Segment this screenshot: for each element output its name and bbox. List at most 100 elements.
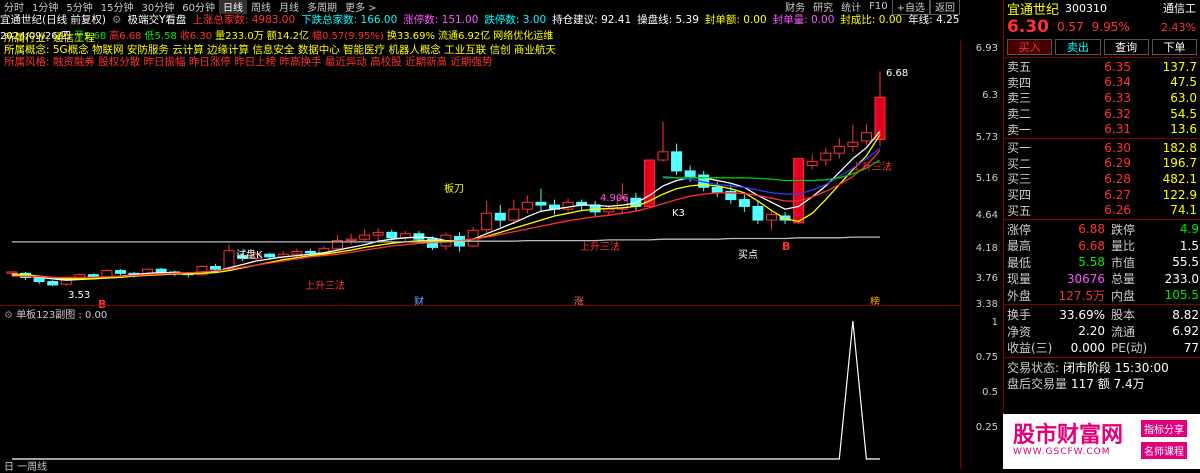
candle-body[interactable] bbox=[603, 208, 615, 213]
settings-icon[interactable]: ⚙ bbox=[112, 14, 121, 26]
candle-body[interactable] bbox=[209, 266, 221, 270]
price-pct: 9.95% bbox=[1091, 20, 1130, 34]
candle-body[interactable] bbox=[766, 214, 777, 221]
stat-value: 33.69% bbox=[1059, 307, 1105, 322]
candle-body[interactable] bbox=[264, 253, 276, 258]
ask-row[interactable]: 卖一 6.31 13.6 bbox=[1004, 121, 1200, 137]
stat-label: 最高 bbox=[1007, 239, 1032, 254]
candle-body[interactable] bbox=[115, 270, 126, 274]
indicator-name[interactable]: 极端交Y看盘 bbox=[127, 12, 186, 27]
y-tick: 4.64 bbox=[975, 210, 998, 221]
bid-price: 6.27 bbox=[1104, 187, 1131, 202]
candle-body[interactable] bbox=[847, 141, 859, 147]
down-total: 下跌总家数: 166.00 bbox=[301, 14, 398, 26]
sub-indicator-title[interactable]: ⚙ 单板123副图 : 0.00 bbox=[0, 305, 960, 321]
y-tick: 5.16 bbox=[975, 173, 998, 184]
candle-body[interactable] bbox=[291, 250, 303, 255]
candle-body[interactable] bbox=[386, 231, 398, 239]
operation-line: 操盘线: 5.39 bbox=[637, 14, 699, 26]
candle-body[interactable] bbox=[684, 170, 696, 177]
ask-price: 6.34 bbox=[1104, 75, 1131, 90]
bid-label: 买五 bbox=[1007, 203, 1032, 218]
bid-row[interactable]: 买四 6.27 122.9 bbox=[1004, 187, 1200, 203]
candle-body[interactable] bbox=[711, 186, 723, 194]
candle-body[interactable] bbox=[874, 96, 886, 141]
pattern-label: 上升三法 bbox=[852, 162, 892, 173]
candlestick-svg bbox=[6, 71, 886, 287]
stock-name: 宜通世纪 bbox=[1007, 2, 1060, 18]
candle-body[interactable] bbox=[860, 132, 872, 142]
ad-tag[interactable]: 指标分享 bbox=[1141, 420, 1187, 437]
candle-body[interactable] bbox=[508, 208, 520, 221]
candle-body[interactable] bbox=[494, 212, 506, 221]
concepts-note: 所属概念: 5G概念 物联网 安防服务 云计算 边缘计算 信息安全 数据中心 智… bbox=[4, 44, 556, 56]
ad-banner[interactable]: 股市财富网 WWW.GSCFW.COM 指标分享 名师课程 bbox=[1003, 414, 1200, 469]
bid-label: 买四 bbox=[1007, 188, 1032, 203]
candle-body[interactable] bbox=[521, 201, 533, 210]
candle-body[interactable] bbox=[6, 271, 18, 274]
stat-value: 0.000 bbox=[1070, 340, 1105, 355]
candle-body[interactable] bbox=[806, 160, 818, 166]
bid-volume: 74.1 bbox=[1170, 203, 1197, 218]
buy-button[interactable]: 买入 bbox=[1007, 39, 1053, 55]
bid-row[interactable]: 买二 6.29 196.7 bbox=[1004, 156, 1200, 172]
ask-row[interactable]: 卖二 6.32 54.5 bbox=[1004, 106, 1200, 122]
candle-body[interactable] bbox=[535, 201, 547, 206]
sub-indicator-chart[interactable] bbox=[0, 319, 960, 464]
candlestick-chart[interactable]: 所属行业: 通信工程 所属概念: 5G概念 物联网 安防服务 云计算 边缘计算 … bbox=[0, 32, 960, 311]
bid-volume: 482.1 bbox=[1162, 171, 1197, 186]
candle-body[interactable] bbox=[671, 151, 683, 172]
candle-body[interactable] bbox=[793, 158, 805, 224]
pattern-label: 上升三法 bbox=[305, 281, 345, 292]
ask-volume: 54.5 bbox=[1170, 106, 1197, 121]
candle-body[interactable] bbox=[657, 151, 669, 161]
ask-row[interactable]: 卖四 6.34 47.5 bbox=[1004, 75, 1200, 91]
candle-body[interactable] bbox=[372, 231, 384, 236]
bid-row[interactable]: 买五 6.26 74.1 bbox=[1004, 202, 1200, 218]
toolbar-f10[interactable]: F10 bbox=[865, 1, 891, 12]
ask-label: 卖五 bbox=[1007, 60, 1032, 75]
candle-body[interactable] bbox=[345, 238, 357, 242]
stat-value: 55.5 bbox=[1172, 255, 1199, 270]
title-bar: 宜通世纪(日线 前复权) ⚙ 极端交Y看盘 上涨总家数: 4983.00 下跌总… bbox=[0, 12, 1005, 27]
bid-volume: 182.8 bbox=[1162, 140, 1197, 155]
ask-label: 卖二 bbox=[1007, 107, 1032, 122]
ask-volume: 63.0 bbox=[1170, 90, 1197, 105]
bid-row[interactable]: 买三 6.28 482.1 bbox=[1004, 171, 1200, 187]
stat-label: 内盘 bbox=[1111, 288, 1136, 303]
last-price: 6.30 bbox=[1007, 17, 1049, 37]
bid-row[interactable]: 买一 6.30 182.8 bbox=[1004, 140, 1200, 156]
candle-body[interactable] bbox=[752, 205, 764, 221]
quote-panel: 宜通世纪 300310 通信工 6.30 0.57 9.95% 2.43% 买入… bbox=[1003, 0, 1200, 469]
ask-label: 卖一 bbox=[1007, 122, 1032, 137]
stock-notes: 所属行业: 通信工程 所属概念: 5G概念 物联网 安防服务 云计算 边缘计算 … bbox=[4, 32, 624, 68]
side-name: 通信工 bbox=[1163, 2, 1196, 15]
candle-body[interactable] bbox=[738, 199, 750, 207]
after-hours: 盘后交易量 117 额 7.4万 bbox=[1004, 375, 1200, 392]
ask-row[interactable]: 卖五 6.35 137.7 bbox=[1004, 59, 1200, 75]
stat-value: 105.5 bbox=[1164, 288, 1199, 303]
order-button[interactable]: 下单 bbox=[1151, 39, 1197, 55]
ask-row[interactable]: 卖三 6.33 63.0 bbox=[1004, 90, 1200, 106]
candle-body[interactable] bbox=[481, 212, 493, 231]
candle-body[interactable] bbox=[359, 234, 371, 240]
query-button[interactable]: 查询 bbox=[1103, 39, 1149, 55]
candle-body[interactable] bbox=[304, 250, 316, 254]
bottom-tabs[interactable]: 日 一周线 bbox=[4, 458, 47, 473]
stat-label: 总量 bbox=[1111, 272, 1136, 287]
candle-body[interactable] bbox=[47, 281, 59, 286]
candle-body[interactable] bbox=[820, 152, 832, 161]
bid-label: 买三 bbox=[1007, 172, 1032, 187]
y-tick: 6.3 bbox=[982, 90, 998, 101]
candle-body[interactable] bbox=[155, 268, 167, 273]
sub-axis: 1 0.75 0.5 0.25 bbox=[960, 305, 1002, 469]
candle-body[interactable] bbox=[101, 270, 113, 278]
industry-note: 所属行业: 通信工程 bbox=[4, 32, 95, 44]
candle-body[interactable] bbox=[833, 145, 845, 154]
sell-button[interactable]: 卖出 bbox=[1055, 39, 1101, 55]
bid-price: 6.28 bbox=[1104, 171, 1131, 186]
stat-label: 净资 bbox=[1007, 324, 1032, 339]
bid-label: 买二 bbox=[1007, 156, 1032, 171]
ad-tag[interactable]: 名师课程 bbox=[1141, 442, 1187, 459]
stat-value: 6.68 bbox=[1078, 238, 1105, 253]
